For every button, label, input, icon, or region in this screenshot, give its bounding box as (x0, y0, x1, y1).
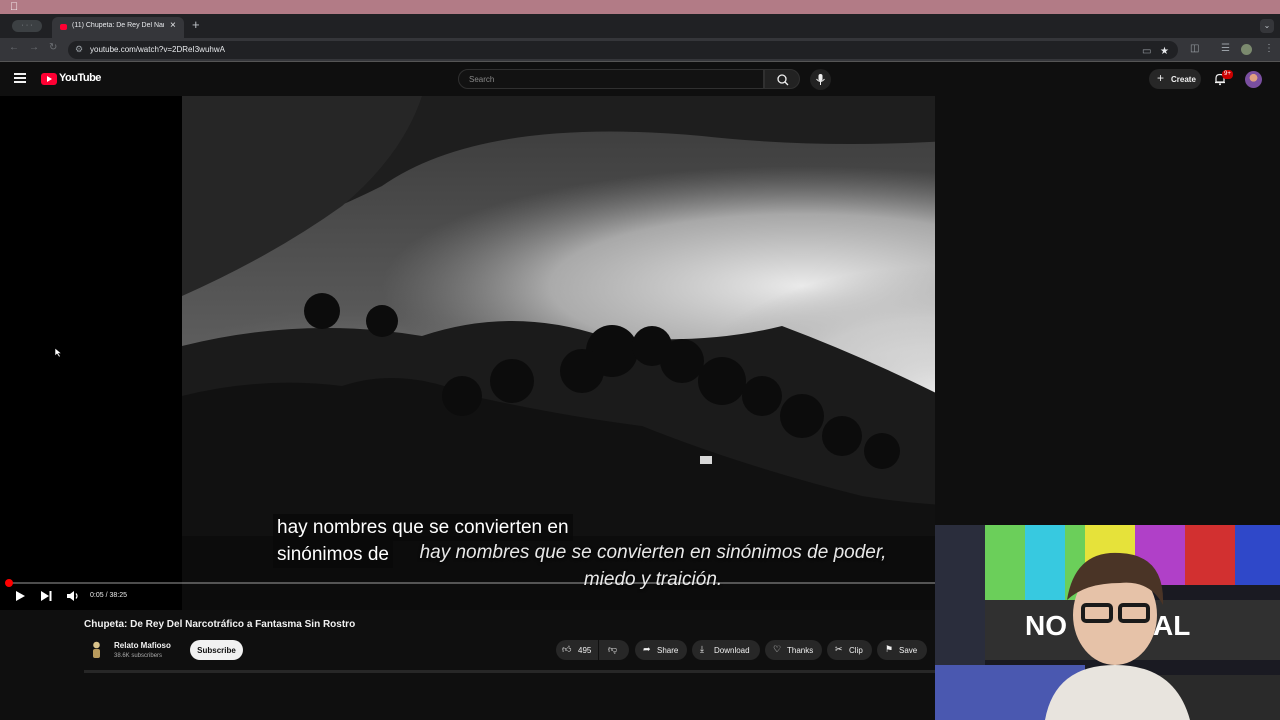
site-settings-icon[interactable]: ⚙ (75, 44, 83, 55)
video-burned-in-text: hay nombres que se convierten en sinónim… (419, 542, 887, 590)
like-button[interactable]: 👍︎ 495 (556, 640, 598, 660)
back-arrow-icon[interactable]: ← (9, 42, 19, 53)
dislike-button[interactable]: 👎︎ (599, 640, 629, 660)
like-count: 495 (578, 646, 592, 655)
time-display: 0:05 / 38:25 (90, 592, 127, 599)
notification-count-badge: 9+ (1222, 70, 1233, 79)
apple-icon[interactable]:  (10, 0, 18, 14)
webcam-overlay-text-left: NO (1025, 610, 1067, 641)
account-avatar[interactable] (1245, 71, 1262, 88)
webcam-feed-image: NO AL (935, 525, 1280, 720)
browser-menu-kebab-icon[interactable]: ⋮ (1264, 43, 1274, 54)
save-label: Save (899, 646, 918, 655)
share-button[interactable]: ➦ Share (635, 640, 687, 660)
description-edge (84, 670, 935, 673)
plus-icon: + (1157, 71, 1165, 85)
thanks-label: Thanks (787, 646, 814, 655)
guide-menu-icon[interactable] (14, 73, 26, 83)
extensions-icon[interactable]: ◫ (1190, 43, 1199, 54)
tab-close-icon[interactable]: × (170, 20, 176, 31)
browser-tab-active[interactable]: (11) Chupeta: De Rey Del Narcotráfico a … (52, 17, 184, 38)
youtube-favicon-icon (60, 24, 67, 30)
youtube-masthead: YouTube + Create 9+ (0, 62, 1280, 96)
tab-group-chip[interactable]: · · · (12, 20, 42, 32)
share-label: Share (657, 646, 679, 655)
subscribe-button[interactable]: Subscribe (190, 640, 243, 660)
macos-menu-bar:  (0, 0, 1280, 14)
voice-search-button[interactable] (810, 69, 831, 90)
microphone-icon (816, 74, 825, 85)
volume-icon[interactable] (65, 588, 81, 604)
cast-icon[interactable]: ▭ (1142, 46, 1151, 57)
search-box (458, 69, 764, 89)
webcam-overlay: NO AL (935, 525, 1280, 720)
download-button[interactable]: ⤓ Download (692, 640, 760, 660)
tab-title: (11) Chupeta: De Rey Del Narcotráfico a … (72, 22, 164, 29)
download-label: Download (714, 646, 750, 655)
caption-line-2: sinónimos de (273, 541, 393, 568)
browser-toolbar: ← → ↻ ⚙ youtube.com/watch?v=2DReI3wuhwA … (0, 38, 1280, 62)
clip-label: Clip (849, 646, 863, 655)
url-text: youtube.com/watch?v=2DReI3wuhwA (90, 45, 225, 54)
browser-profile-avatar[interactable] (1241, 44, 1252, 55)
video-metadata: Chupeta: De Rey Del Narcotráfico a Fanta… (0, 610, 935, 675)
thanks-button[interactable]: ♡ Thanks (765, 640, 822, 660)
reload-icon[interactable]: ↻ (49, 42, 57, 53)
bookmark-icon: ⚑ (885, 644, 894, 654)
next-video-icon[interactable] (38, 588, 54, 604)
video-player[interactable]: hay nombres que se convierten en sinónim… (0, 96, 935, 610)
webcam-overlay-text-right: AL (1153, 610, 1190, 641)
thumbs-up-icon: 👍︎ (562, 644, 572, 654)
tab-search-chevron-icon[interactable]: ⌄ (1260, 19, 1274, 33)
search-button[interactable] (764, 69, 800, 89)
mouse-cursor-icon (54, 347, 63, 358)
progress-bar[interactable] (10, 582, 935, 584)
youtube-wordmark: YouTube (59, 72, 101, 84)
forward-arrow-icon[interactable]: → (29, 42, 39, 53)
search-input[interactable] (469, 73, 749, 86)
progress-scrubber-handle[interactable] (5, 579, 13, 587)
download-icon: ⤓ (700, 644, 704, 654)
reading-list-icon[interactable]: ☰ (1221, 43, 1230, 54)
youtube-play-logo-icon (41, 73, 57, 85)
thanks-heart-icon: ♡ (773, 644, 782, 654)
subscriber-count: 38.6K subscribers (114, 653, 163, 659)
clip-button[interactable]: ✂ Clip (827, 640, 872, 660)
play-icon[interactable] (12, 588, 28, 604)
create-label: Create (1171, 75, 1196, 84)
video-title: Chupeta: De Rey Del Narcotráfico a Fanta… (84, 619, 356, 630)
caption-line-1: hay nombres que se convierten en (273, 514, 573, 541)
channel-name[interactable]: Relato Mafioso (114, 641, 171, 650)
channel-avatar[interactable] (89, 641, 104, 659)
create-button[interactable]: + Create (1149, 69, 1201, 89)
share-arrow-icon: ➦ (643, 644, 651, 654)
search-icon (777, 74, 789, 86)
new-tab-plus-icon[interactable]: + (192, 17, 200, 32)
address-bar[interactable]: ⚙ youtube.com/watch?v=2DReI3wuhwA ▭ ★ (68, 41, 1178, 59)
save-button[interactable]: ⚑ Save (877, 640, 927, 660)
bookmark-star-icon[interactable]: ★ (1160, 46, 1169, 57)
scissors-icon: ✂ (835, 644, 843, 654)
thumbs-down-icon: 👎︎ (608, 644, 618, 654)
browser-tab-strip: · · · (11) Chupeta: De Rey Del Narcotráf… (0, 14, 1280, 38)
